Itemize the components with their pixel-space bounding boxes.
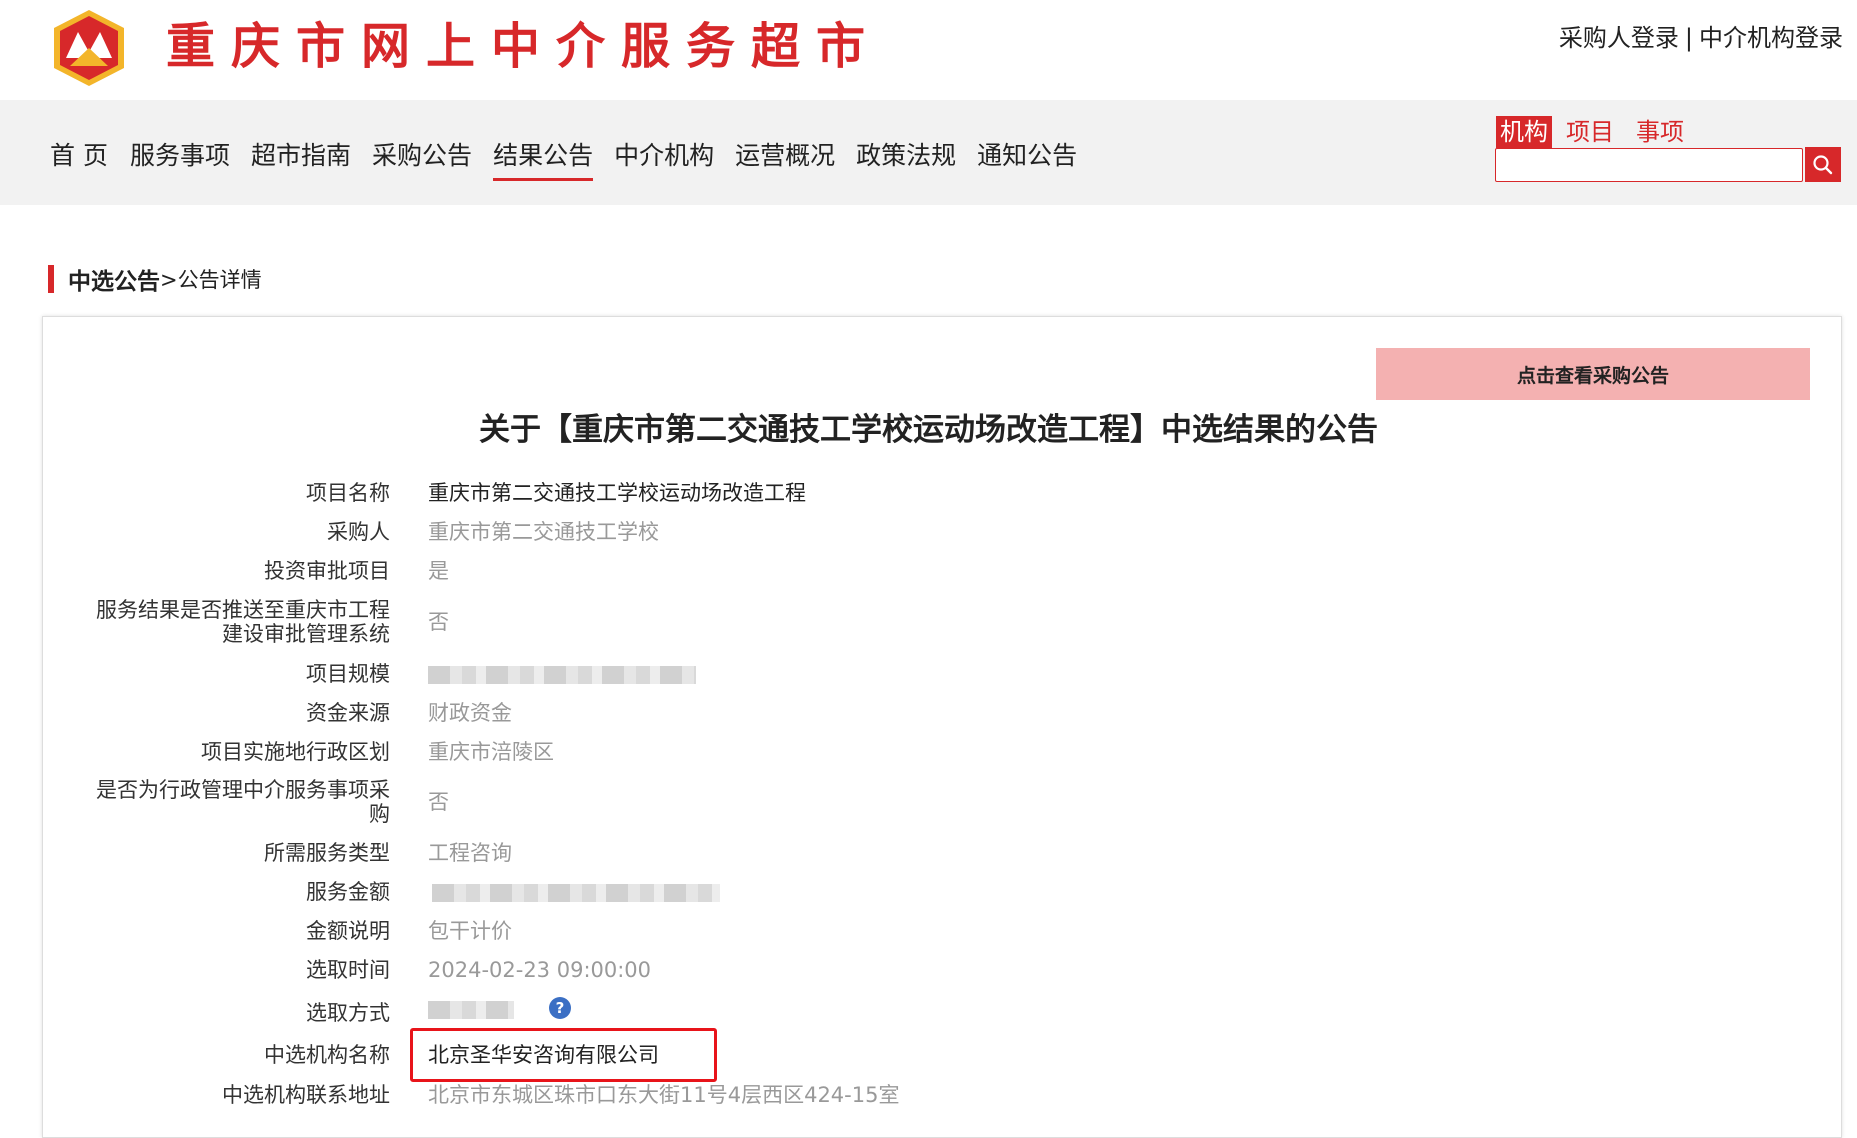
field-label-selection-time: 选取时间 xyxy=(306,958,390,982)
field-value-investment-approval: 是 xyxy=(428,559,449,583)
search-icon xyxy=(1813,154,1833,174)
field-label-selection-method: 选取方式 xyxy=(306,1001,390,1025)
field-value-funding-source: 财政资金 xyxy=(428,701,512,725)
field-label-admin-line1: 是否为行政管理中介服务事项采 xyxy=(96,778,390,802)
nav-item-procurement[interactable]: 采购公告 xyxy=(372,136,472,181)
nav-item-home[interactable]: 首页 xyxy=(50,136,116,181)
buyer-login-link[interactable]: 采购人登录 xyxy=(1559,24,1679,52)
nav-item-services[interactable]: 服务事项 xyxy=(130,136,230,181)
site-logo-icon[interactable] xyxy=(46,8,132,88)
field-value-selection-method-redacted xyxy=(428,1001,514,1019)
help-icon[interactable]: ? xyxy=(549,997,571,1019)
view-procurement-notice-button[interactable]: 点击查看采购公告 xyxy=(1376,348,1810,400)
site-header: 重庆市网上中介服务超市 采购人登录 | 中介机构登录 xyxy=(0,0,1857,100)
field-value-selected-agency: 北京圣华安咨询有限公司 xyxy=(428,1043,659,1067)
field-value-project-name: 重庆市第二交通技工学校运动场改造工程 xyxy=(428,481,806,505)
field-label-project-name: 项目名称 xyxy=(306,481,390,505)
field-value-admin-service: 否 xyxy=(428,790,449,814)
search-input[interactable] xyxy=(1495,148,1803,182)
notice-title: 关于【重庆市第二交通技工学校运动场改造工程】中选结果的公告 xyxy=(479,412,1378,448)
nav-item-notices[interactable]: 通知公告 xyxy=(977,136,1077,181)
field-label-selected-agency: 中选机构名称 xyxy=(264,1043,390,1067)
search-tab-agency[interactable]: 机构 xyxy=(1496,116,1552,148)
login-separator: | xyxy=(1684,24,1693,52)
field-value-buyer: 重庆市第二交通技工学校 xyxy=(428,520,659,544)
nav-item-operations[interactable]: 运营概况 xyxy=(735,136,835,181)
field-label-push-line2: 建设审批管理系统 xyxy=(222,622,390,646)
search-button[interactable] xyxy=(1805,147,1841,182)
field-label-region: 项目实施地行政区划 xyxy=(201,740,390,764)
search-tabs: 机构 项目 事项 xyxy=(1496,116,1702,148)
nav-item-guide[interactable]: 超市指南 xyxy=(251,136,351,181)
breadcrumb-main[interactable]: 中选公告 xyxy=(68,262,160,296)
field-label-amount-note: 金额说明 xyxy=(306,919,390,943)
main-nav: 首页 服务事项 超市指南 采购公告 结果公告 中介机构 运营概况 政策法规 通知… xyxy=(50,136,1098,181)
field-label-admin-service: 是否为行政管理中介服务事项采 购 xyxy=(60,778,390,826)
search-tab-project[interactable]: 项目 xyxy=(1562,116,1618,148)
agency-login-link[interactable]: 中介机构登录 xyxy=(1699,24,1843,52)
field-value-project-scale-redacted xyxy=(428,666,696,684)
field-label-service-amount: 服务金额 xyxy=(306,880,390,904)
field-label-admin-line2: 购 xyxy=(369,802,390,826)
field-value-selection-time: 2024-02-23 09:00:00 xyxy=(428,958,652,982)
field-label-investment-approval: 投资审批项目 xyxy=(264,559,390,583)
breadcrumb-marker xyxy=(48,265,54,293)
site-title: 重庆市网上中介服务超市 xyxy=(166,18,882,75)
field-label-project-scale: 项目规模 xyxy=(306,662,390,686)
field-value-agency-address: 北京市东城区珠市口东大街11号4层西区424-15室 xyxy=(428,1083,900,1107)
breadcrumb: 中选公告 >公告详情 xyxy=(48,262,262,296)
search-tab-item[interactable]: 事项 xyxy=(1632,116,1688,148)
nav-item-agencies[interactable]: 中介机构 xyxy=(614,136,714,181)
field-label-buyer: 采购人 xyxy=(327,520,390,544)
field-value-service-type: 工程咨询 xyxy=(428,841,512,865)
field-value-push-to-system: 否 xyxy=(428,610,449,634)
field-label-service-type: 所需服务类型 xyxy=(264,841,390,865)
field-label-funding-source: 资金来源 xyxy=(306,701,390,725)
field-label-push-line1: 服务结果是否推送至重庆市工程 xyxy=(96,598,390,622)
nav-item-results[interactable]: 结果公告 xyxy=(493,136,594,181)
nav-item-policies[interactable]: 政策法规 xyxy=(856,136,956,181)
field-value-region: 重庆市涪陵区 xyxy=(428,740,554,764)
field-label-push-to-system: 服务结果是否推送至重庆市工程 建设审批管理系统 xyxy=(60,598,390,646)
field-value-service-amount-redacted xyxy=(432,884,720,902)
breadcrumb-sub: >公告详情 xyxy=(160,268,262,292)
field-value-amount-note: 包干计价 xyxy=(428,919,512,943)
login-links: 采购人登录 | 中介机构登录 xyxy=(1559,18,1843,53)
field-label-agency-address: 中选机构联系地址 xyxy=(222,1083,390,1107)
